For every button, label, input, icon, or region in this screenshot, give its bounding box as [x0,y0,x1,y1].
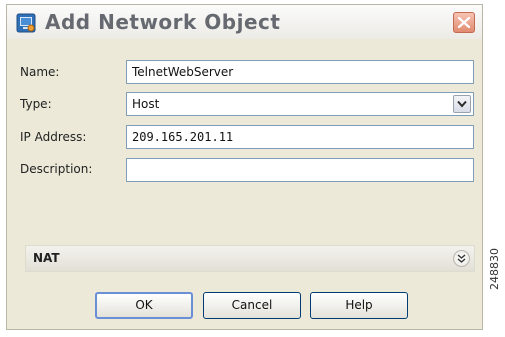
figure-id: 248830 [488,248,501,290]
double-chevron-down-icon [457,254,466,263]
type-select[interactable]: Host [126,92,474,116]
name-label: Name: [20,65,60,79]
type-dropdown-button[interactable] [453,95,471,113]
ip-address-value: 209.165.201.11 [132,130,234,144]
add-network-object-dialog: Add Network Object Name: TelnetWebServer… [6,4,483,330]
ip-address-label: IP Address: [20,130,87,144]
close-button[interactable] [453,12,475,33]
network-object-icon [16,13,36,33]
name-value: TelnetWebServer [132,65,234,79]
ip-address-field[interactable]: 209.165.201.11 [126,125,474,149]
title-bar[interactable]: Add Network Object [7,5,482,39]
ok-button[interactable]: OK [95,292,193,319]
cancel-button[interactable]: Cancel [203,292,301,319]
nat-section-header[interactable]: NAT [25,245,475,272]
type-value: Host [132,97,160,111]
type-label: Type: [20,97,52,111]
name-field[interactable]: TelnetWebServer [126,60,474,84]
help-button[interactable]: Help [310,292,408,319]
nat-label: NAT [33,251,60,265]
chevron-down-icon [457,100,467,108]
description-label: Description: [20,162,93,176]
nat-expand-button[interactable] [453,250,470,267]
close-icon [458,17,470,28]
dialog-title: Add Network Object [45,10,281,34]
description-field[interactable] [126,158,474,182]
